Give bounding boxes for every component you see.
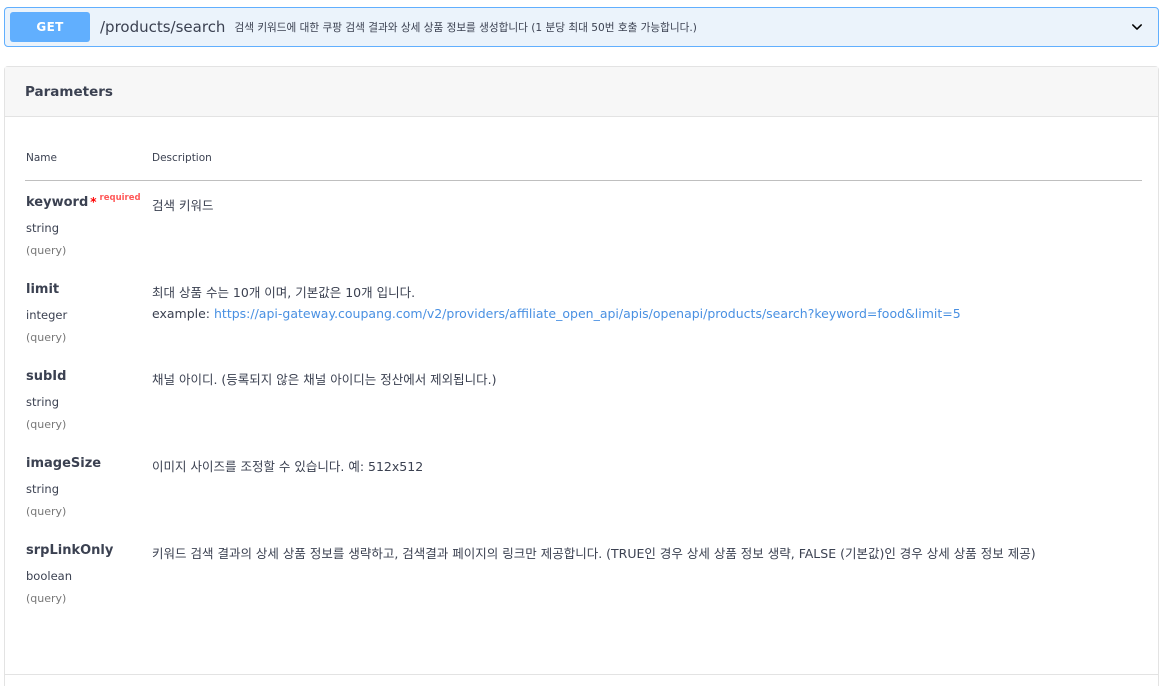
method-badge[interactable]: GET — [10, 12, 90, 42]
divider — [4, 674, 1159, 675]
parameter-description: 채널 아이디. (등록되지 않은 채널 아이디는 정산에서 제외됩니다.) — [152, 372, 497, 387]
table-header: Name Description — [25, 117, 1142, 181]
chevron-down-icon[interactable] — [1130, 20, 1144, 34]
parameter-location: (query) — [26, 244, 67, 257]
parameter-location: (query) — [26, 418, 67, 431]
parameter-name: subId — [26, 369, 67, 384]
parameter-name: srpLinkOnly — [26, 543, 114, 558]
parameter-description-block: 최대 상품 수는 10개 이며, 기본값은 10개 입니다. example: … — [152, 282, 961, 324]
parameters-table: Name Description keyword * required string… — [25, 117, 1142, 616]
parameter-description: 이미지 사이즈를 조정할 수 있습니다. 예: 512x512 — [152, 459, 424, 474]
parameter-description: 키워드 검색 결과의 상세 상품 정보를 생략하고, 검색결과 페이지의 링크만… — [152, 546, 1036, 561]
parameter-name: imageSize — [26, 456, 102, 471]
parameter-location: (query) — [26, 505, 67, 518]
parameter-location: (query) — [26, 331, 67, 344]
parameter-row-keyword: keyword * required string (query) 검색 키워드 — [25, 181, 1142, 268]
parameter-name: limit — [26, 282, 60, 297]
operation-path[interactable]: /products/search — [100, 18, 225, 36]
operation-description: 검색 키워드에 대한 쿠팡 검색 결과와 상세 상품 정보를 생성합니다 (1 … — [234, 21, 697, 34]
parameter-type: boolean — [26, 569, 72, 583]
parameter-name-text: keyword — [26, 195, 89, 210]
parameters-header: Parameters — [5, 67, 1158, 117]
parameter-description: 검색 키워드 — [152, 198, 214, 213]
parameters-title: Parameters — [25, 83, 113, 100]
parameter-location: (query) — [26, 592, 67, 605]
parameter-type: integer — [26, 308, 68, 322]
parameter-row-srplinkonly: srpLinkOnly boolean (query) 키워드 검색 결과의 상… — [25, 529, 1142, 616]
column-header-description: Description — [152, 152, 212, 164]
operation-summary[interactable]: GET /products/search 검색 키워드에 대한 쿠팡 검색 결과… — [4, 7, 1159, 47]
parameter-row-subid: subId string (query) 채널 아이디. (등록되지 않은 채널… — [25, 355, 1142, 442]
parameter-row-imagesize: imageSize string (query) 이미지 사이즈를 조정할 수 … — [25, 442, 1142, 529]
example-link[interactable]: https://api-gateway.coupang.com/v2/provi… — [214, 306, 961, 321]
example-label: example: — [152, 306, 214, 321]
required-label: required — [99, 193, 141, 203]
column-header-name: Name — [26, 152, 57, 164]
parameter-example: example: https://api-gateway.coupang.com… — [152, 303, 961, 324]
parameter-type: string — [26, 482, 60, 496]
parameter-type: string — [26, 221, 60, 235]
parameter-row-limit: limit integer (query) 최대 상품 수는 10개 이며, 기… — [25, 268, 1142, 355]
parameter-name: keyword * required — [26, 193, 141, 210]
parameters-panel: Parameters Name Description keyword * requ… — [4, 66, 1159, 686]
required-star: * — [90, 195, 97, 209]
parameter-type: string — [26, 395, 60, 409]
parameter-description: 최대 상품 수는 10개 이며, 기본값은 10개 입니다. — [152, 285, 416, 300]
